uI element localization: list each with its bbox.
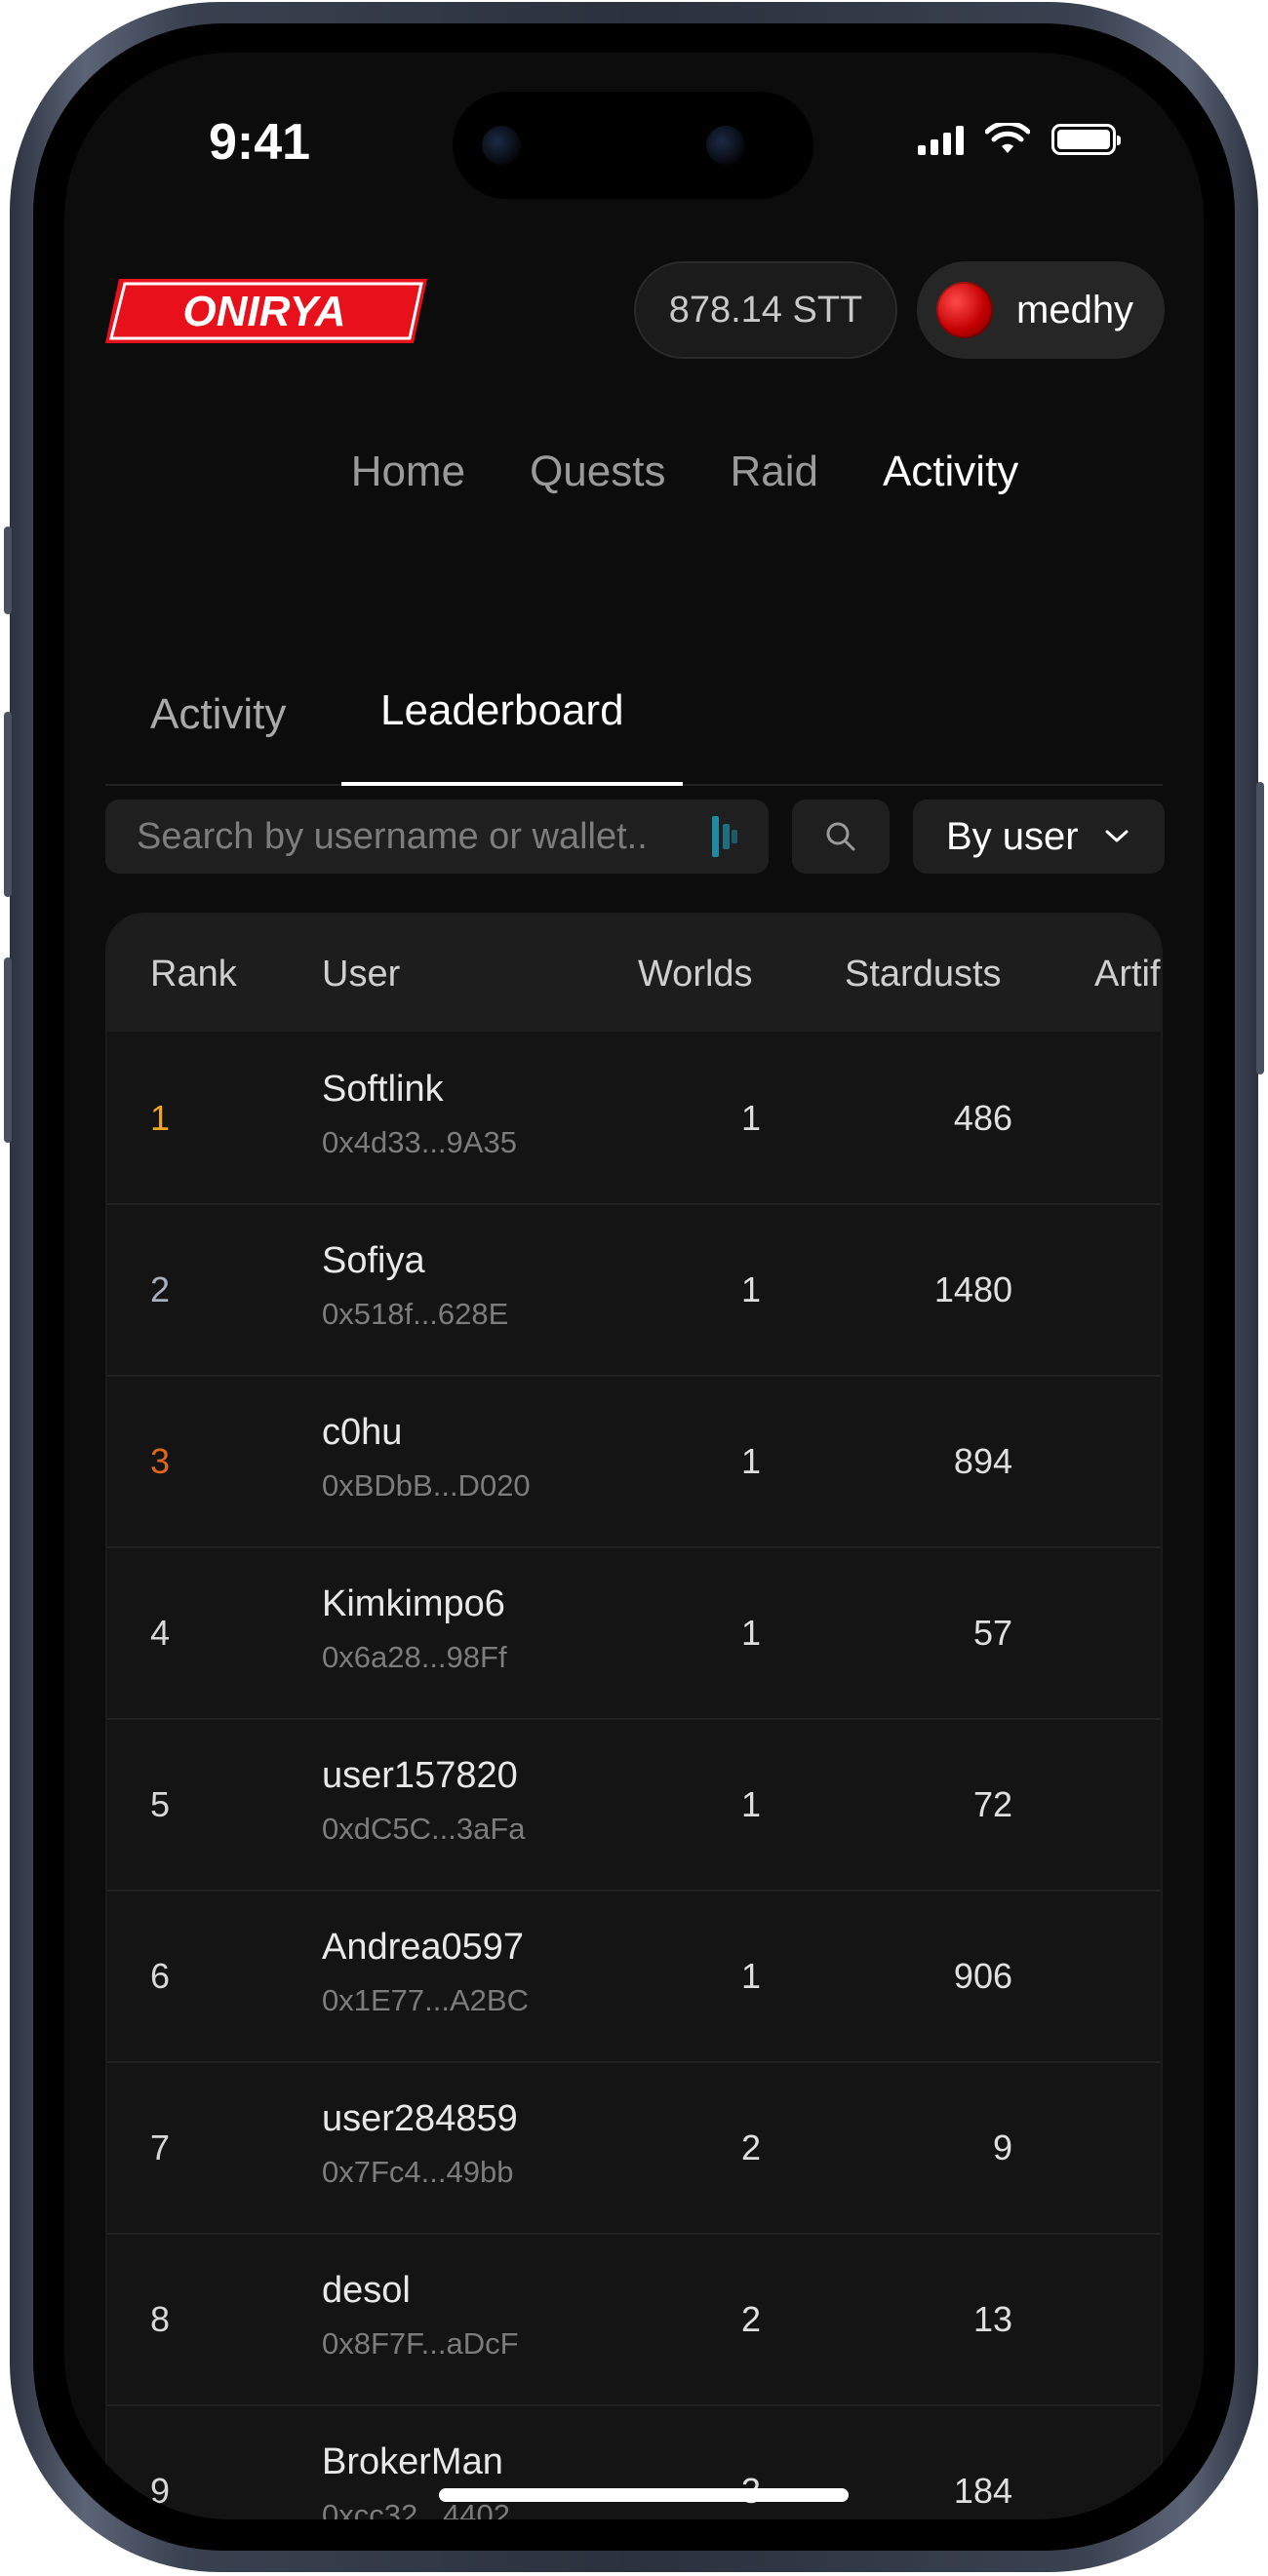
brand-text: ONIRYA <box>182 288 345 335</box>
wallet-address-cell: 0xdC5C...3aFa <box>322 1812 526 1846</box>
volume-up-button <box>4 712 12 897</box>
stardusts-cell: 184 <box>953 2471 1012 2511</box>
wallet-address-cell: 0x4d33...9A35 <box>322 1125 517 1159</box>
rank-cell: 8 <box>150 2299 171 2339</box>
worlds-cell: 2 <box>740 2127 761 2167</box>
stardusts-cell: 13 <box>972 2299 1012 2339</box>
volume-down-button <box>4 957 12 1143</box>
cellular-signal-icon <box>918 124 964 155</box>
column-header-user[interactable]: User <box>322 954 400 995</box>
tab-activity[interactable]: Activity <box>150 690 286 739</box>
status-icons <box>918 123 1121 156</box>
main-nav: Home Quests Raid Activity <box>64 448 1204 496</box>
username-cell: Andrea0597 <box>322 1927 525 1968</box>
worlds-cell: 1 <box>740 1098 761 1138</box>
rank-cell: 2 <box>150 1269 171 1309</box>
table-row[interactable]: 4 Kimkimpo6 0x6a28...98Ff 1 57 <box>107 1546 1161 1720</box>
onirya-logo[interactable]: ONIRYA <box>105 279 427 343</box>
column-header-artifacts[interactable]: Artifacts <box>1094 954 1161 995</box>
rank-cell: 3 <box>150 1441 171 1481</box>
table-header: Rank User Worlds Stardusts Artifacts <box>107 915 1161 1032</box>
username-cell: Softlink <box>322 1069 444 1110</box>
table-row[interactable]: 2 Sofiya 0x518f...628E 1 1480 <box>107 1203 1161 1377</box>
stardusts-cell: 894 <box>953 1441 1012 1481</box>
dynamic-island <box>453 92 813 199</box>
tab-active-indicator <box>341 782 683 786</box>
worlds-cell: 1 <box>740 1613 761 1653</box>
username-cell: BrokerMan <box>322 2441 503 2482</box>
wallet-address-cell: 0x6a28...98Ff <box>322 1640 507 1674</box>
app-screen: 9:41 ONIRYA 878.14 STT medhy Home Quests… <box>64 53 1204 2519</box>
rank-cell: 1 <box>150 1098 171 1138</box>
password-manager-icon[interactable] <box>712 816 737 857</box>
rank-cell: 4 <box>150 1613 171 1653</box>
rank-cell: 6 <box>150 1956 171 1996</box>
stardusts-cell: 1480 <box>933 1269 1012 1309</box>
wallet-address-cell: 0x8F7F...aDcF <box>322 2326 519 2361</box>
nav-item-raid[interactable]: Raid <box>730 448 818 496</box>
worlds-cell: 1 <box>740 1956 761 1996</box>
table-row[interactable]: 6 Andrea0597 0x1E77...A2BC 1 906 <box>107 1890 1161 2063</box>
tab-leaderboard[interactable]: Leaderboard <box>380 686 624 735</box>
username-cell: user284859 <box>322 2098 518 2139</box>
chevron-down-icon <box>1105 830 1129 842</box>
rank-cell: 7 <box>150 2127 171 2167</box>
stardusts-cell: 57 <box>972 1613 1012 1653</box>
group-by-value: By user <box>946 814 1079 858</box>
worlds-cell: 1 <box>740 1441 761 1481</box>
wifi-icon <box>985 123 1030 153</box>
activity-tabs: Activity Leaderboard <box>105 638 1163 786</box>
stardusts-cell: 486 <box>953 1098 1012 1138</box>
user-menu-button[interactable]: medhy <box>917 261 1165 359</box>
battery-icon <box>1051 124 1121 155</box>
nav-item-activity[interactable]: Activity <box>883 448 1018 496</box>
wallet-address-cell: 0xBDbB...D020 <box>322 1468 531 1503</box>
username-cell: Kimkimpo6 <box>322 1583 505 1624</box>
table-row[interactable]: 5 user157820 0xdC5C...3aFa 1 72 <box>107 1718 1161 1892</box>
stardusts-cell: 72 <box>972 1784 1012 1824</box>
column-header-worlds[interactable]: Worlds <box>638 954 753 995</box>
front-camera-icon <box>482 126 521 165</box>
username-cell: desol <box>322 2270 411 2311</box>
action-button <box>4 527 12 614</box>
worlds-cell: 1 <box>740 1784 761 1824</box>
leaderboard-table: Rank User Worlds Stardusts Artifacts 1 So… <box>105 913 1163 2519</box>
nav-item-home[interactable]: Home <box>351 448 465 496</box>
power-button <box>1256 782 1264 1074</box>
rank-cell: 9 <box>150 2471 171 2511</box>
worlds-cell: 1 <box>740 1269 761 1309</box>
group-by-select[interactable]: By user <box>913 800 1165 874</box>
wallet-address-cell: 0x1E77...A2BC <box>322 1983 529 2017</box>
stardusts-cell: 9 <box>992 2127 1012 2167</box>
sensor-icon <box>706 126 745 165</box>
search-box <box>105 800 769 874</box>
nav-item-quests[interactable]: Quests <box>530 448 665 496</box>
table-row[interactable]: 7 user284859 0x7Fc4...49bb 2 9 <box>107 2061 1161 2235</box>
username-cell: Sofiya <box>322 1240 425 1281</box>
wallet-address-cell: 0x7Fc4...49bb <box>322 2155 514 2189</box>
search-button[interactable] <box>792 800 890 874</box>
table-row[interactable]: 1 Softlink 0x4d33...9A35 1 486 <box>107 1032 1161 1205</box>
balance-badge[interactable]: 878.14 STT <box>634 261 897 359</box>
home-indicator[interactable] <box>439 2488 849 2502</box>
wallet-address-cell: 0x518f...628E <box>322 1297 509 1331</box>
avatar <box>936 282 993 338</box>
username-cell: c0hu <box>322 1412 403 1453</box>
worlds-cell: 2 <box>740 2299 761 2339</box>
rank-cell: 5 <box>150 1784 171 1824</box>
table-row[interactable]: 8 desol 0x8F7F...aDcF 2 13 <box>107 2233 1161 2406</box>
stardusts-cell: 906 <box>953 1956 1012 1996</box>
search-icon <box>826 822 855 851</box>
status-time: 9:41 <box>209 114 311 171</box>
username-label: medhy <box>1016 288 1134 332</box>
username-cell: user157820 <box>322 1755 518 1796</box>
column-header-stardusts[interactable]: Stardusts <box>845 954 1002 995</box>
table-row[interactable]: 9BrokerMan0xcc32...44023184 <box>107 2404 1161 2519</box>
table-row[interactable]: 3 c0hu 0xBDbB...D020 1 894 <box>107 1375 1161 1548</box>
column-header-rank[interactable]: Rank <box>150 954 237 995</box>
search-input[interactable] <box>137 815 712 858</box>
